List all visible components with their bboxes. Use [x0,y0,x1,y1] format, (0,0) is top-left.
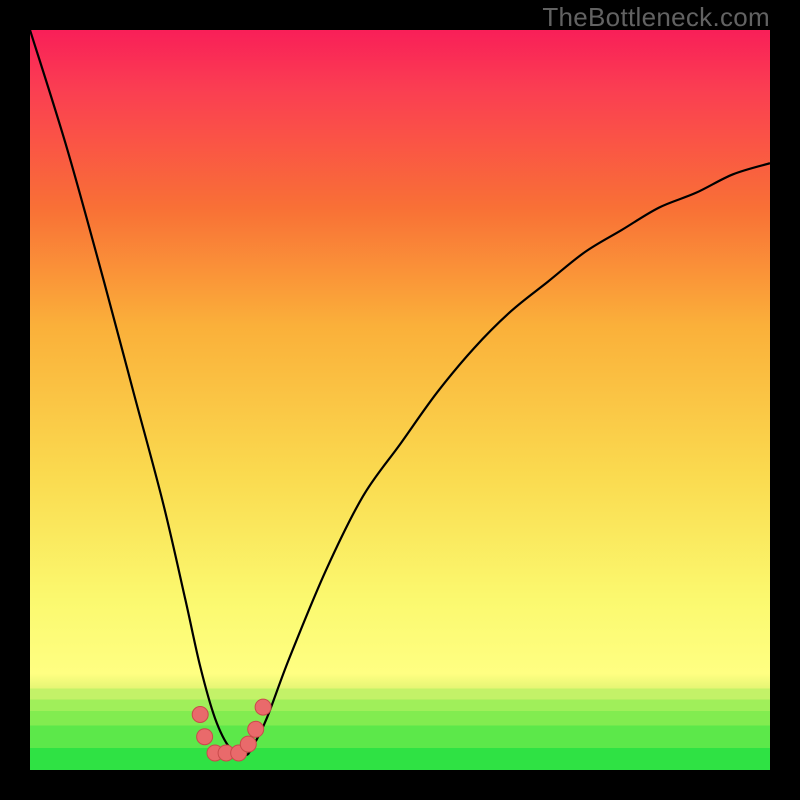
watermark-label: TheBottleneck.com [542,2,770,33]
plot-area [30,30,770,770]
curve-marker [192,707,208,723]
chart-container: TheBottleneck.com [0,0,800,800]
curve-marker [255,699,271,715]
curve-svg [30,30,770,770]
bottleneck-curve [30,30,770,755]
curve-markers [192,699,271,761]
curve-marker [197,729,213,745]
curve-marker [248,721,264,737]
curve-marker [240,736,256,752]
